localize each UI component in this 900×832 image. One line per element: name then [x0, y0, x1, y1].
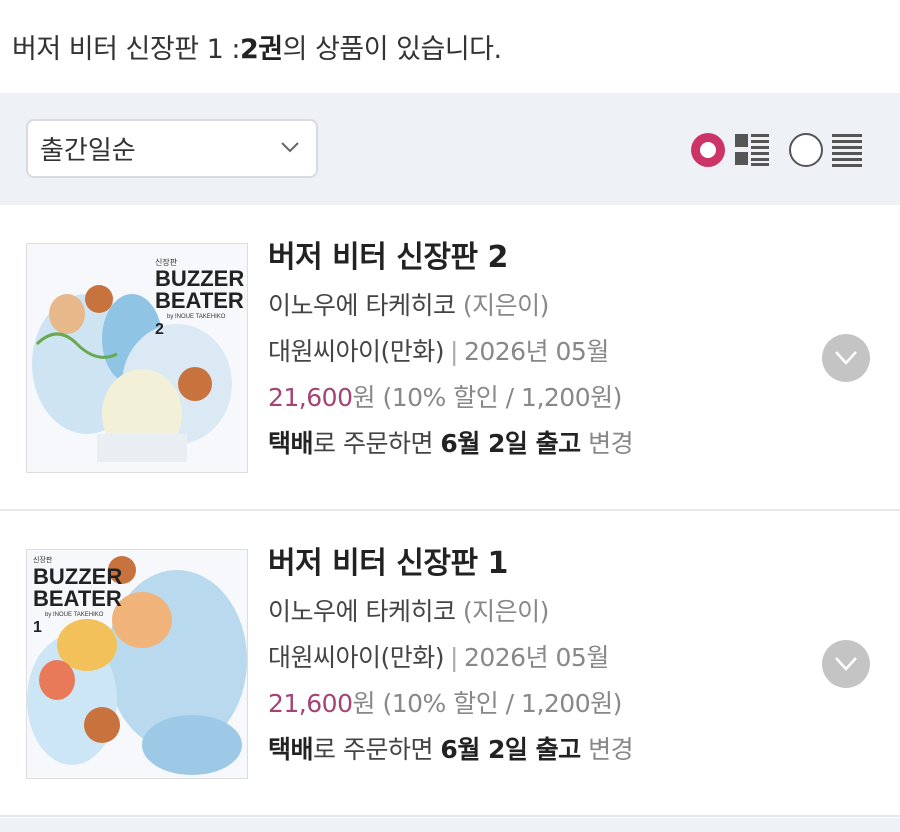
- price-line: 21,600원 (10% 할인 / 1,200원): [268, 375, 828, 421]
- price-unit: 원: [352, 689, 375, 718]
- shipping-line: 택배로 주문하면 6월 2일 출고 변경: [268, 727, 828, 773]
- shipping-change-link[interactable]: 변경: [588, 429, 634, 458]
- shipping-method: 택배: [268, 735, 314, 764]
- product-item[interactable]: 신장판 BUZZER BEATER by INOUE TAKEHIKO 1 버저…: [0, 511, 900, 817]
- price-line: 21,600원 (10% 할인 / 1,200원): [268, 681, 828, 727]
- discount-info: (10% 할인 / 1,200원): [382, 383, 622, 412]
- expand-button[interactable]: [822, 640, 870, 688]
- shipping-method: 택배: [268, 429, 314, 458]
- svg-text:신장판: 신장판: [33, 555, 53, 564]
- view-thumbnail-option[interactable]: [691, 133, 769, 167]
- author-role: (지은이): [462, 291, 550, 320]
- chevron-down-icon: [281, 142, 299, 153]
- publisher-name[interactable]: 대원씨아이(만화): [268, 337, 445, 366]
- result-summary: 버저 비터 신장판 1 : 2권 의 상품이 있습니다.: [0, 0, 900, 93]
- product-info: 버저 비터 신장판 2 이노우에 타케히코 (지은이) 대원씨아이(만화) | 20…: [268, 233, 828, 467]
- discount-info: (10% 할인 / 1,200원): [382, 689, 622, 718]
- product-info: 버저 비터 신장판 1 이노우에 타케히코 (지은이) 대원씨아이(만화) | 20…: [268, 539, 828, 773]
- view-thumbnail-radio[interactable]: [691, 133, 725, 167]
- shipping-change-link[interactable]: 변경: [588, 735, 634, 764]
- summary-count: 2권: [240, 34, 283, 65]
- author-role: (지은이): [462, 597, 550, 626]
- sort-select[interactable]: 출간일순: [26, 119, 318, 178]
- thumbnail-list-icon: [735, 134, 769, 166]
- list-toolbar: 출간일순: [0, 93, 900, 205]
- book-cover-art: 신장판 BUZZER BEATER by INOUE TAKEHIKO 1: [27, 550, 247, 778]
- view-text-option[interactable]: [789, 133, 862, 167]
- cover-byline: by INOUE TAKEHIKO: [45, 612, 104, 618]
- book-cover[interactable]: 신장판 BUZZER BEATER by INOUE TAKEHIKO 1: [26, 549, 248, 779]
- author-line: 이노우에 타케히코 (지은이): [268, 283, 828, 329]
- cover-volume: 2: [155, 321, 164, 338]
- shipping-date: 6월 2일 출고: [440, 735, 581, 764]
- book-cover[interactable]: 신장판 BUZZER BEATER by INOUE TAKEHIKO 2: [26, 243, 248, 473]
- price-unit: 원: [352, 383, 375, 412]
- product-title[interactable]: 버저 비터 신장판 2: [268, 233, 828, 283]
- chevron-down-icon: [835, 351, 857, 365]
- expand-button[interactable]: [822, 334, 870, 382]
- shipping-line: 택배로 주문하면 6월 2일 출고 변경: [268, 421, 828, 467]
- chevron-down-icon: [835, 657, 857, 671]
- shipping-text: 로 주문하면: [313, 429, 441, 458]
- sale-price: 21,600: [268, 383, 353, 412]
- shipping-date: 6월 2일 출고: [440, 429, 581, 458]
- publisher-line: 대원씨아이(만화) | 2026년 05월: [268, 643, 609, 672]
- author-line: 이노우에 타케히코 (지은이): [268, 589, 828, 635]
- cover-title-2: BEATER: [33, 586, 122, 611]
- publish-date: 2026년 05월: [463, 337, 609, 366]
- author-name[interactable]: 이노우에 타케히코: [268, 291, 456, 320]
- publish-date: 2026년 05월: [463, 643, 609, 672]
- cover-byline: by INOUE TAKEHIKO: [167, 314, 226, 320]
- footer-band: [0, 818, 900, 832]
- text-list-icon: [832, 134, 862, 167]
- view-text-radio[interactable]: [789, 133, 823, 167]
- summary-suffix: 의 상품이 있습니다.: [282, 34, 502, 65]
- product-title[interactable]: 버저 비터 신장판 1: [268, 539, 828, 589]
- summary-prefix: 버저 비터 신장판 1 :: [12, 34, 241, 65]
- book-cover-art: 신장판 BUZZER BEATER by INOUE TAKEHIKO 2: [27, 244, 247, 472]
- cover-title-2: BEATER: [155, 288, 244, 313]
- shipping-text: 로 주문하면: [313, 735, 441, 764]
- publisher-name[interactable]: 대원씨아이(만화): [268, 643, 445, 672]
- publisher-line: 대원씨아이(만화) | 2026년 05월: [268, 337, 609, 366]
- product-item[interactable]: 신장판 BUZZER BEATER by INOUE TAKEHIKO 2 버저…: [0, 205, 900, 511]
- sale-price: 21,600: [268, 689, 353, 718]
- author-name[interactable]: 이노우에 타케히코: [268, 597, 456, 626]
- cover-volume: 1: [33, 619, 42, 636]
- sort-select-value: 출간일순: [40, 136, 136, 166]
